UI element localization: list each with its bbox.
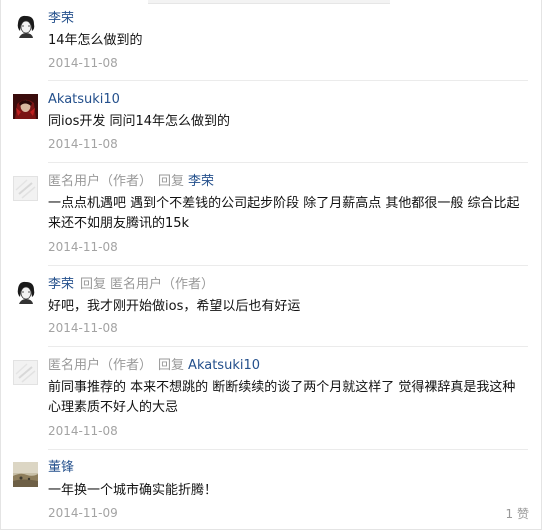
- divider: [48, 449, 528, 450]
- divider: [48, 80, 528, 81]
- comment-meta: 匿名用户（作者） 回复 Akatsuki10: [48, 358, 260, 374]
- author-name[interactable]: 匿名用户: [48, 358, 100, 373]
- author-name[interactable]: 匿名用户: [48, 174, 100, 189]
- author-role: （作者）: [100, 174, 153, 189]
- comment-meta: 李荣 回复 匿名用户（作者）: [48, 277, 214, 293]
- author-link[interactable]: 李荣: [48, 11, 74, 26]
- sketch-portrait-avatar[interactable]: [13, 13, 38, 38]
- like-count-button[interactable]: 1 赞: [506, 505, 529, 522]
- author-link[interactable]: 董锋: [48, 460, 74, 475]
- default-user-avatar[interactable]: [13, 176, 38, 201]
- author-link[interactable]: Akatsuki10: [48, 92, 120, 107]
- red-anime-avatar[interactable]: [13, 94, 38, 119]
- reply-to-role: （作者）: [162, 277, 215, 292]
- landscape-photo-avatar[interactable]: [13, 462, 38, 487]
- default-user-avatar[interactable]: [13, 360, 38, 385]
- comment-date: 2014-11-08: [48, 240, 118, 254]
- comment-text: 一点点机遇吧 遇到个不差钱的公司起步阶段 除了月薪高点 其他都很一般 综合比起来…: [48, 196, 520, 231]
- divider: [48, 265, 528, 266]
- sketch-portrait-avatar[interactable]: [13, 279, 38, 304]
- author-role: （作者）: [100, 358, 153, 373]
- comment-date: 2014-11-08: [48, 424, 118, 438]
- comment-date: 2014-11-08: [48, 137, 118, 151]
- reply-word: 回复: [158, 174, 185, 189]
- comment-text: 14年怎么做到的: [48, 33, 143, 48]
- comment-date: 2014-11-09: [48, 506, 118, 520]
- reply-to-link[interactable]: Akatsuki10: [188, 358, 260, 373]
- comment-meta: Akatsuki10: [48, 92, 120, 108]
- comment-meta: 李荣: [48, 11, 74, 27]
- comment-meta: 匿名用户（作者） 回复 李荣: [48, 174, 214, 190]
- top-tab-notch: [148, 0, 390, 4]
- comment-date: 2014-11-08: [48, 321, 118, 335]
- divider: [48, 162, 528, 163]
- author-link[interactable]: 李荣: [48, 277, 74, 292]
- comment-text: 好吧，我才刚开始做ios，希望以后也有好运: [48, 299, 301, 314]
- divider: [48, 346, 528, 347]
- reply-to-name[interactable]: 匿名用户: [110, 277, 162, 292]
- comment-meta: 董锋: [48, 460, 74, 476]
- comment-text: 一年换一个城市确实能折腾！: [48, 483, 218, 498]
- comment-text: 同ios开发 同问14年怎么做到的: [48, 114, 231, 129]
- reply-to-link[interactable]: 李荣: [188, 174, 214, 189]
- comment-text: 前同事推荐的 本来不想跳的 断断续续的谈了两个月就这样了 觉得裸辞真是我这种心理…: [48, 380, 516, 415]
- comment-date: 2014-11-08: [48, 56, 118, 70]
- reply-word: 回复: [80, 277, 107, 292]
- reply-word: 回复: [158, 358, 185, 373]
